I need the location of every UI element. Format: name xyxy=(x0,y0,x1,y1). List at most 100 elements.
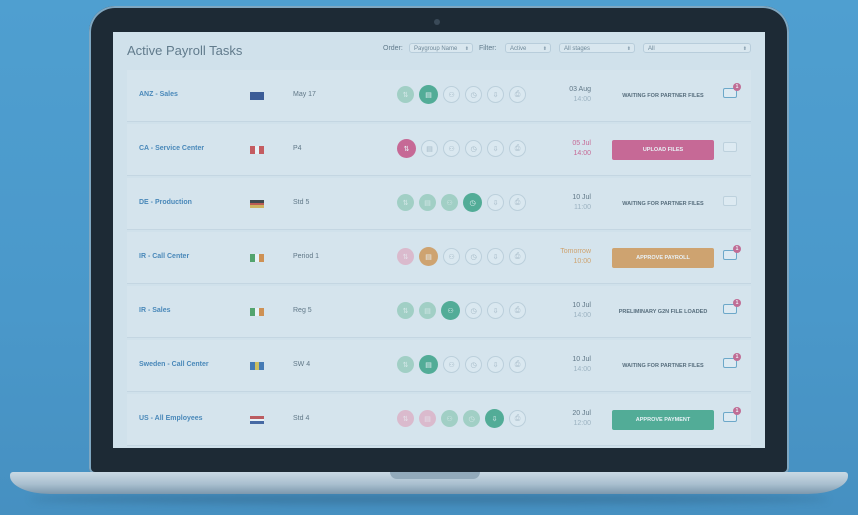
chevron-down-icon: ⬍ xyxy=(542,46,547,52)
pay-period: Reg 5 xyxy=(293,307,312,314)
upload-step-icon[interactable]: ⇅ xyxy=(397,410,414,427)
paygroup-name-link[interactable]: DE - Production xyxy=(139,199,192,206)
workflow-steps: ⇅ ▤ ⚇ ◷ ⇩ ⎙ xyxy=(397,85,526,104)
due-date-day: 03 Aug xyxy=(569,86,591,93)
task-action-button[interactable]: APPROVE PAYMENT xyxy=(612,410,714,430)
paygroup-name-link[interactable]: IR - Sales xyxy=(139,307,171,314)
download-step-icon[interactable]: ⇩ xyxy=(487,302,504,319)
review-step-icon[interactable]: ◷ xyxy=(465,140,482,157)
review-step-icon[interactable]: ◷ xyxy=(463,193,482,212)
due-date-time: 14:00 xyxy=(573,150,591,157)
share-step-icon[interactable]: ⚇ xyxy=(443,356,460,373)
table-row[interactable]: CA - Service Center P4 ⇅ ▤ ⚇ ◷ ⇩ ⎙ 05 Jul 14:00 UP… xyxy=(127,124,751,176)
workflow-steps: ⇅ ▤ ⚇ ◷ ⇩ ⎙ xyxy=(397,355,526,374)
share-step-icon[interactable]: ⚇ xyxy=(443,248,460,265)
share-step-icon[interactable]: ⚇ xyxy=(441,301,460,320)
print-step-icon[interactable]: ⎙ xyxy=(509,248,526,265)
filter-select[interactable]: Active ⬍ xyxy=(505,43,551,53)
review-step-icon[interactable]: ◷ xyxy=(465,86,482,103)
share-step-icon[interactable]: ⚇ xyxy=(441,194,458,211)
country-flag-icon xyxy=(250,362,265,370)
paygroup-name-link[interactable]: ANZ - Sales xyxy=(139,91,178,98)
comments-icon[interactable] xyxy=(723,196,739,208)
comments-icon[interactable] xyxy=(723,142,739,154)
print-step-icon[interactable]: ⎙ xyxy=(509,410,526,427)
table-row[interactable]: DE - Production Std 5 ⇅ ▤ ⚇ ◷ ⇩ ⎙ 10 Jul 11:00 WAI… xyxy=(127,178,751,230)
table-row[interactable]: US - All Employees Std 4 ⇅ ▤ ⚇ ◷ ⇩ ⎙ 20 Jul 12:00… xyxy=(127,394,751,446)
document-step-icon[interactable]: ▤ xyxy=(419,410,436,427)
comments-icon[interactable]: 1 xyxy=(723,407,741,424)
review-step-icon[interactable]: ◷ xyxy=(465,248,482,265)
chat-bubble-icon xyxy=(723,196,737,206)
print-step-icon[interactable]: ⎙ xyxy=(509,140,526,157)
due-date: 10 Jul 14:00 xyxy=(572,301,591,321)
comments-icon[interactable]: 1 xyxy=(723,299,741,316)
download-step-icon[interactable]: ⇩ xyxy=(487,248,504,265)
share-step-icon[interactable]: ⚇ xyxy=(443,140,460,157)
order-select[interactable]: Paygroup Name ⬍ xyxy=(409,43,473,53)
app-screen: Active Payroll Tasks Order: Paygroup Nam… xyxy=(113,32,765,448)
upload-step-icon[interactable]: ⇅ xyxy=(397,248,414,265)
due-date: 10 Jul 14:00 xyxy=(572,355,591,375)
review-step-icon[interactable]: ◷ xyxy=(465,302,482,319)
table-row[interactable]: IR - Call Center Period 1 ⇅ ▤ ⚇ ◷ ⇩ ⎙ Tomorrow 10… xyxy=(127,232,751,284)
share-step-icon[interactable]: ⚇ xyxy=(441,410,458,427)
due-date-day: 05 Jul xyxy=(572,140,591,147)
download-step-icon[interactable]: ⇩ xyxy=(487,356,504,373)
document-step-icon[interactable]: ▤ xyxy=(419,85,438,104)
print-step-icon[interactable]: ⎙ xyxy=(509,194,526,211)
document-step-icon[interactable]: ▤ xyxy=(419,194,436,211)
due-date-day: 10 Jul xyxy=(572,194,591,201)
review-step-icon[interactable]: ◷ xyxy=(465,356,482,373)
due-date-day: 20 Jul xyxy=(572,410,591,417)
task-action-button[interactable]: UPLOAD FILES xyxy=(612,140,714,160)
paygroup-name-link[interactable]: Sweden - Call Center xyxy=(139,361,209,368)
document-step-icon[interactable]: ▤ xyxy=(421,140,438,157)
stage-select[interactable]: All stages ⬍ xyxy=(559,43,635,53)
download-step-icon[interactable]: ⇩ xyxy=(487,194,504,211)
task-action-button[interactable]: APPROVE PAYROLL xyxy=(612,248,714,268)
workflow-steps: ⇅ ▤ ⚇ ◷ ⇩ ⎙ xyxy=(397,301,526,320)
comment-count-badge: 1 xyxy=(733,353,741,361)
comments-icon[interactable]: 1 xyxy=(723,245,741,262)
upload-step-icon[interactable]: ⇅ xyxy=(397,302,414,319)
order-label: Order: xyxy=(383,45,403,52)
document-step-icon[interactable]: ▤ xyxy=(419,247,438,266)
print-step-icon[interactable]: ⎙ xyxy=(509,302,526,319)
country-flag-icon xyxy=(250,200,264,209)
upload-step-icon[interactable]: ⇅ xyxy=(397,139,416,158)
comments-icon[interactable]: 1 xyxy=(723,83,741,100)
due-date: 03 Aug 14:00 xyxy=(569,85,591,105)
comment-count-badge: 1 xyxy=(733,83,741,91)
table-row[interactable]: Sweden - Call Center SW 4 ⇅ ▤ ⚇ ◷ ⇩ ⎙ 10 Jul 14:0… xyxy=(127,340,751,392)
table-row[interactable]: ANZ - Sales May 17 ⇅ ▤ ⚇ ◷ ⇩ ⎙ 03 Aug 14:00 WAITIN… xyxy=(127,70,751,122)
download-step-icon[interactable]: ⇩ xyxy=(485,409,504,428)
share-step-icon[interactable]: ⚇ xyxy=(443,86,460,103)
paygroup-name-link[interactable]: IR - Call Center xyxy=(139,253,189,260)
print-step-icon[interactable]: ⎙ xyxy=(509,356,526,373)
filter-select-value: Active xyxy=(510,46,527,52)
upload-step-icon[interactable]: ⇅ xyxy=(397,194,414,211)
due-date: 05 Jul 14:00 xyxy=(572,139,591,159)
paygroup-name-link[interactable]: US - All Employees xyxy=(139,415,203,422)
print-step-icon[interactable]: ⎙ xyxy=(509,86,526,103)
workflow-steps: ⇅ ▤ ⚇ ◷ ⇩ ⎙ xyxy=(397,193,526,212)
download-step-icon[interactable]: ⇩ xyxy=(487,86,504,103)
workflow-steps: ⇅ ▤ ⚇ ◷ ⇩ ⎙ xyxy=(397,409,526,428)
comments-icon[interactable]: 1 xyxy=(723,353,741,370)
upload-step-icon[interactable]: ⇅ xyxy=(397,356,414,373)
document-step-icon[interactable]: ▤ xyxy=(419,302,436,319)
paygroup-name-link[interactable]: CA - Service Center xyxy=(139,145,204,152)
pay-period: Std 5 xyxy=(293,199,310,206)
due-date: Tomorrow 10:00 xyxy=(560,247,591,267)
scope-select[interactable]: All ⬍ xyxy=(643,43,751,53)
upload-step-icon[interactable]: ⇅ xyxy=(397,86,414,103)
review-step-icon[interactable]: ◷ xyxy=(463,410,480,427)
comment-count-badge: 1 xyxy=(733,407,741,415)
table-row[interactable]: IR - Sales Reg 5 ⇅ ▤ ⚇ ◷ ⇩ ⎙ 10 Jul 14:00 PRELIMIN… xyxy=(127,286,751,338)
country-flag-icon xyxy=(250,92,265,100)
status-text: WAITING FOR PARTNER FILES xyxy=(622,362,704,369)
comment-count-badge: 1 xyxy=(733,299,741,307)
document-step-icon[interactable]: ▤ xyxy=(419,355,438,374)
download-step-icon[interactable]: ⇩ xyxy=(487,140,504,157)
